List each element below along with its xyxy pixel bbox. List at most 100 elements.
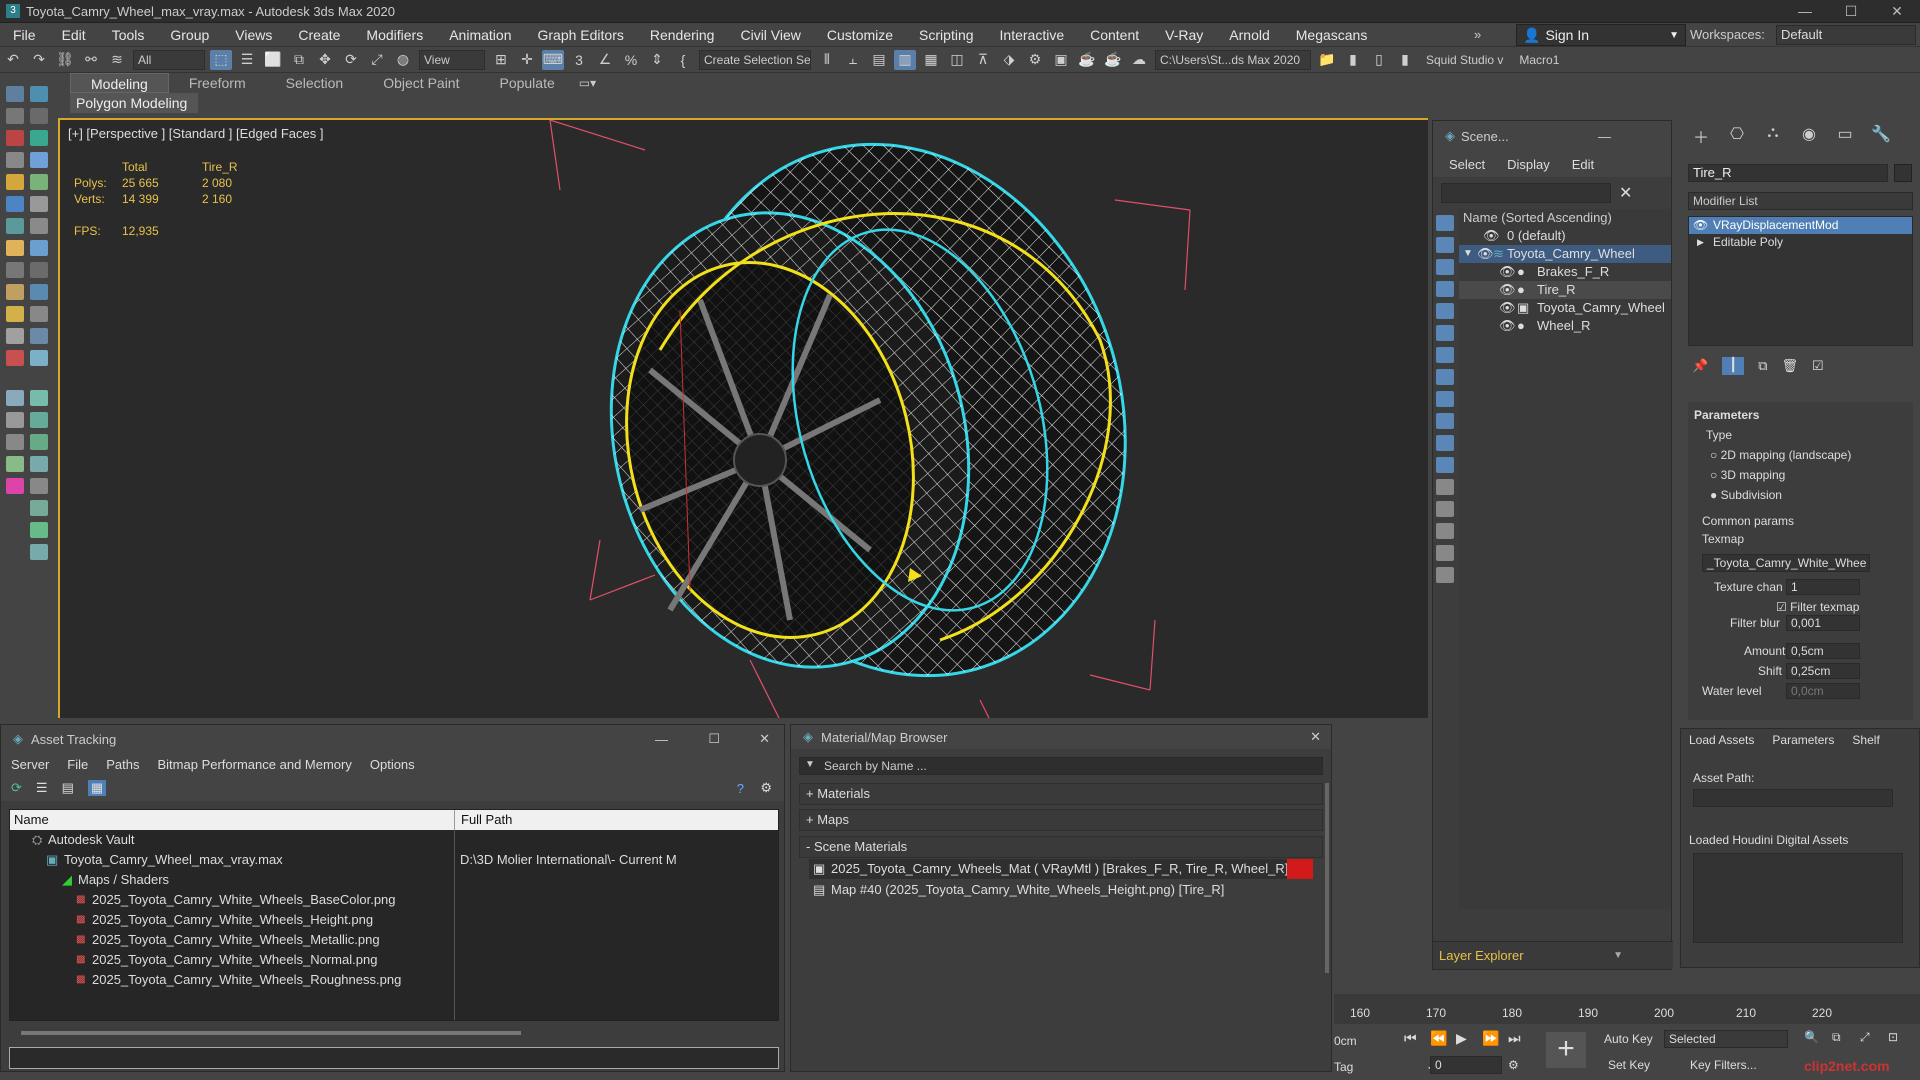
table-view-icon[interactable]: ▦: [87, 780, 107, 796]
menu-tools[interactable]: Tools: [99, 27, 158, 43]
filter-select-icon[interactable]: [1436, 567, 1454, 583]
list-item[interactable]: 👁 ▣ Toyota_Camry_Wheel: [1459, 299, 1671, 317]
zoom-all-icon[interactable]: ⧉: [1832, 1030, 1841, 1045]
render-production-icon[interactable]: ☕: [1076, 50, 1098, 70]
expand-triangle-icon[interactable]: ▶: [1697, 234, 1704, 251]
table-row[interactable]: ▩ 2025_Toyota_Camry_White_Wheels_Roughne…: [10, 970, 778, 990]
filter-spacewarps-icon[interactable]: [1436, 325, 1454, 341]
shrink-tool-icon[interactable]: [6, 456, 24, 472]
close-button[interactable]: ✕: [1874, 3, 1920, 20]
se-menu-display[interactable]: Display: [1507, 157, 1550, 172]
select-manipulate-icon[interactable]: ✛: [516, 50, 538, 70]
align-icon[interactable]: ⫠: [842, 50, 864, 70]
tube-tool-icon[interactable]: [6, 328, 24, 344]
list-item[interactable]: ▤ Map #40 (2025_Toyota_Camry_White_Wheel…: [809, 880, 1313, 900]
undo-icon[interactable]: ↶: [2, 50, 24, 70]
select-object-icon[interactable]: ⬚: [210, 49, 232, 70]
scene-search-input[interactable]: [1441, 183, 1611, 203]
curve-editor-icon[interactable]: ◫: [946, 50, 968, 70]
scene-explorer-icon[interactable]: ▤: [868, 50, 890, 70]
info-tool-icon[interactable]: [30, 544, 48, 560]
maximize-button[interactable]: ☐: [708, 731, 720, 747]
geosphere-tool-icon[interactable]: [30, 328, 48, 344]
menu-graph-editors[interactable]: Graph Editors: [524, 27, 636, 43]
spinner-snap-icon[interactable]: ⇕: [646, 50, 668, 70]
grow-tool-icon[interactable]: [30, 434, 48, 450]
tab-modeling[interactable]: Modeling: [70, 73, 169, 93]
make-unique-icon[interactable]: ⧉: [1758, 358, 1767, 374]
select-by-name-icon[interactable]: ☰: [236, 50, 258, 70]
select-tool-icon[interactable]: [30, 390, 48, 406]
asset-status-field[interactable]: [9, 1047, 779, 1069]
group-scene-materials[interactable]: - Scene Materials: [799, 836, 1323, 858]
asset-path-input[interactable]: [1693, 789, 1893, 807]
zoom-extents-all-icon[interactable]: ⊡: [1888, 1030, 1898, 1044]
filter-funnel-icon[interactable]: [1436, 545, 1454, 561]
radio-3d-mapping[interactable]: ○ 3D mapping: [1710, 468, 1785, 482]
tab-shelf[interactable]: Shelf: [1852, 733, 1879, 747]
selection-filter-dropdown[interactable]: All: [133, 49, 205, 70]
uv-tool-icon[interactable]: [30, 500, 48, 516]
render-cloud-icon[interactable]: ☁: [1128, 50, 1150, 70]
timeline-ruler[interactable]: 160 170 180 190 200: [1334, 994, 1680, 1024]
stack-item-editable-poly[interactable]: ▶ Editable Poly: [1689, 234, 1912, 251]
project-save-icon[interactable]: ▮: [1342, 50, 1364, 70]
filter-groups-icon[interactable]: [1436, 347, 1454, 363]
amount-spinner[interactable]: 0,5cm: [1786, 643, 1860, 659]
hierarchy-tab-icon[interactable]: ⛬: [1760, 124, 1786, 146]
squid-studio-label[interactable]: Squid Studio v: [1426, 53, 1503, 67]
snaps-icon[interactable]: 3: [568, 50, 590, 70]
spacewarp-tool-icon[interactable]: [6, 196, 24, 212]
minimize-button[interactable]: —: [655, 732, 668, 747]
pivot-icon[interactable]: ⊞: [490, 50, 512, 70]
filter-invert-icon[interactable]: [1436, 523, 1454, 539]
tab-selection[interactable]: Selection: [266, 73, 364, 93]
menu-overflow-icon[interactable]: »: [1474, 27, 1481, 42]
keyboard-shortcut-icon[interactable]: ⌨: [542, 49, 564, 70]
tab-populate[interactable]: Populate: [479, 73, 574, 93]
percent-snap-icon[interactable]: %: [620, 50, 642, 70]
mirror-icon[interactable]: ⫴: [816, 50, 838, 70]
table-row[interactable]: ◢ Maps / Shaders: [10, 870, 778, 890]
horizontal-scrollbar[interactable]: [21, 1031, 521, 1035]
current-frame-field[interactable]: 0: [1430, 1056, 1502, 1074]
tab-parameters[interactable]: Parameters: [1772, 733, 1834, 747]
eye-icon[interactable]: 👁: [1483, 227, 1500, 245]
filter-lights-icon[interactable]: [1436, 259, 1454, 275]
filter-none-icon[interactable]: [1436, 501, 1454, 517]
pyramid-tool-icon[interactable]: [30, 306, 48, 322]
unlink-icon[interactable]: ⚯: [80, 50, 102, 70]
system-tool-icon[interactable]: [30, 174, 48, 190]
particle-tool-icon[interactable]: [30, 196, 48, 212]
arrow-tool-icon[interactable]: [6, 390, 24, 406]
maximize-button[interactable]: ☐: [1828, 3, 1874, 20]
auto-key-button[interactable]: Auto Key: [1604, 1032, 1653, 1046]
list-item[interactable]: 👁 ● Wheel_R: [1459, 317, 1671, 335]
move-icon[interactable]: ✥: [314, 50, 336, 70]
next-frame-icon[interactable]: ⏩: [1482, 1030, 1499, 1047]
box-tool-icon[interactable]: [30, 218, 48, 234]
sun-tool-icon[interactable]: [6, 240, 24, 256]
render-setup-icon[interactable]: ⚙: [1024, 50, 1046, 70]
help-tool-icon[interactable]: [30, 350, 48, 366]
menu-scripting[interactable]: Scripting: [906, 27, 986, 43]
shift-spinner[interactable]: 0,25cm: [1786, 663, 1860, 679]
convert-tool-icon[interactable]: [30, 456, 48, 472]
radio-2d-mapping[interactable]: ○ 2D mapping (landscape): [1710, 448, 1851, 462]
eye-icon[interactable]: 👁: [1477, 245, 1494, 263]
tab-load-assets[interactable]: Load Assets: [1689, 733, 1754, 747]
minimize-button[interactable]: —: [1782, 3, 1828, 19]
loop-tool-icon[interactable]: [30, 412, 48, 428]
perspective-viewport[interactable]: [+] [Perspective ] [Standard ] [Edged Fa…: [58, 118, 1428, 718]
sphere-tool-icon[interactable]: [30, 240, 48, 256]
workspace-dropdown[interactable]: Default: [1776, 25, 1916, 45]
sign-in-button[interactable]: 👤 Sign In ▼: [1516, 24, 1686, 46]
menu-server[interactable]: Server: [11, 757, 49, 772]
eye-icon[interactable]: 👁: [1499, 263, 1516, 281]
menu-views[interactable]: Views: [222, 27, 285, 43]
loaded-assets-list[interactable]: [1693, 853, 1903, 943]
window-crossing-icon[interactable]: ⧉: [288, 50, 310, 70]
shape-tool-icon[interactable]: [6, 174, 24, 190]
show-end-result-icon[interactable]: ┃: [1722, 357, 1745, 375]
expand-triangle-icon[interactable]: ▼: [1463, 245, 1473, 263]
